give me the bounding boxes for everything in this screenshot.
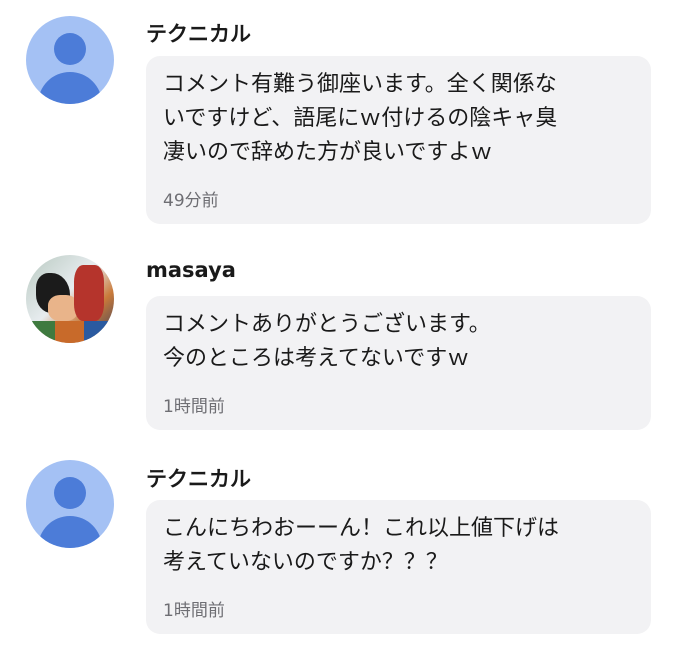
comment-text-line: 凄いので辞めた方が良いですよｗ xyxy=(163,140,493,165)
comment-timestamp: 1時間前 xyxy=(163,601,225,621)
default-user-icon[interactable] xyxy=(26,460,114,548)
comment-bubble: コメント有難う御座います。全く関係な いですけど、語尾にｗ付けるの陰キャ臭 凄い… xyxy=(146,56,651,224)
comment-author[interactable]: masaya xyxy=(146,258,236,282)
avatar-body-shape xyxy=(38,516,102,548)
comment-author[interactable]: テクニカル xyxy=(146,463,251,493)
avatar-head-shape xyxy=(54,477,86,509)
avatar-head-shape xyxy=(54,33,86,65)
comment-text-line: コメントありがとうございます。 xyxy=(163,312,491,337)
default-user-icon[interactable] xyxy=(26,16,114,104)
user-photo-avatar[interactable] xyxy=(26,255,114,343)
comment-bubble: コメントありがとうございます。 今のところは考えてないですｗ 1時間前 xyxy=(146,296,651,430)
comment-text: コメント有難う御座います。全く関係な いですけど、語尾にｗ付けるの陰キャ臭 凄い… xyxy=(163,68,637,170)
avatar-photo-shape xyxy=(26,321,114,343)
comment-timestamp: 1時間前 xyxy=(163,397,225,417)
comment-text: コメントありがとうございます。 今のところは考えてないですｗ xyxy=(163,308,637,376)
comment-text-line: 今のところは考えてないですｗ xyxy=(163,346,470,371)
avatar-body-shape xyxy=(38,72,102,104)
comment-author[interactable]: テクニカル xyxy=(146,18,251,48)
comment-text: こんにちわおーーん！これ以上値下げは 考えていないのですか？？？ xyxy=(163,512,637,580)
comment-timestamp: 49分前 xyxy=(163,191,219,211)
comment-text-line: こんにちわおーーん！これ以上値下げは xyxy=(163,516,560,541)
comment-bubble: こんにちわおーーん！これ以上値下げは 考えていないのですか？？？ 1時間前 xyxy=(146,500,651,634)
comment-text-line: いですけど、語尾にｗ付けるの陰キャ臭 xyxy=(163,106,558,131)
comment-text-line: 考えていないのですか？？？ xyxy=(163,550,448,575)
comment-text-line: コメント有難う御座います。全く関係な xyxy=(163,72,557,97)
avatar-photo-shape xyxy=(74,265,104,321)
